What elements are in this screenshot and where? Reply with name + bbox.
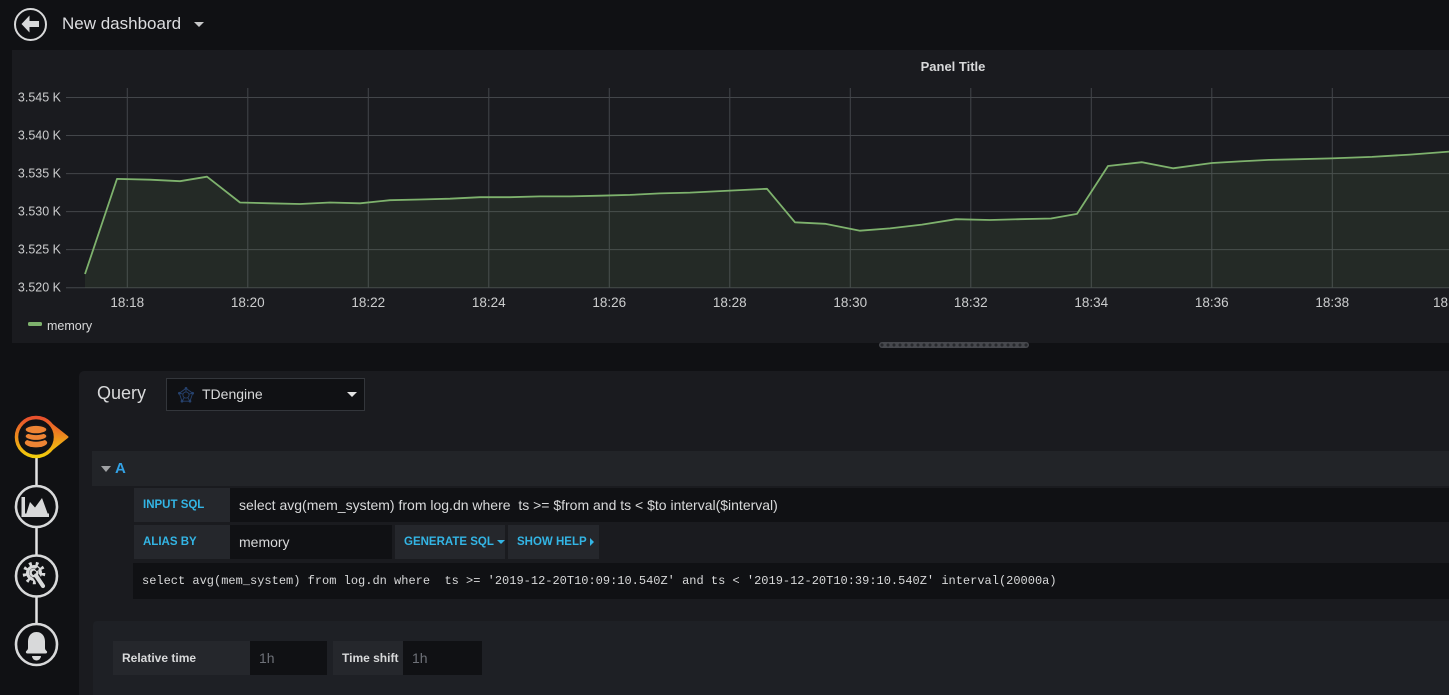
svg-text:3.535 K: 3.535 K [18, 167, 62, 181]
svg-text:memory: memory [47, 319, 93, 333]
svg-text:3.525 K: 3.525 K [18, 243, 62, 257]
svg-text:18:32: 18:32 [954, 295, 988, 310]
svg-text:18:18: 18:18 [110, 295, 144, 310]
svg-text:18:4: 18:4 [1433, 295, 1449, 310]
svg-text:18:20: 18:20 [231, 295, 265, 310]
svg-text:18:24: 18:24 [472, 295, 506, 310]
svg-text:3.530 K: 3.530 K [18, 205, 62, 219]
svg-text:18:22: 18:22 [351, 295, 385, 310]
svg-text:18:38: 18:38 [1315, 295, 1349, 310]
svg-text:18:30: 18:30 [833, 295, 867, 310]
svg-text:18:28: 18:28 [713, 295, 747, 310]
svg-text:3.540 K: 3.540 K [18, 129, 62, 143]
svg-text:3.520 K: 3.520 K [18, 281, 62, 295]
svg-text:18:36: 18:36 [1195, 295, 1229, 310]
svg-text:3.545 K: 3.545 K [18, 91, 62, 105]
svg-text:18:26: 18:26 [592, 295, 626, 310]
svg-text:18:34: 18:34 [1074, 295, 1108, 310]
